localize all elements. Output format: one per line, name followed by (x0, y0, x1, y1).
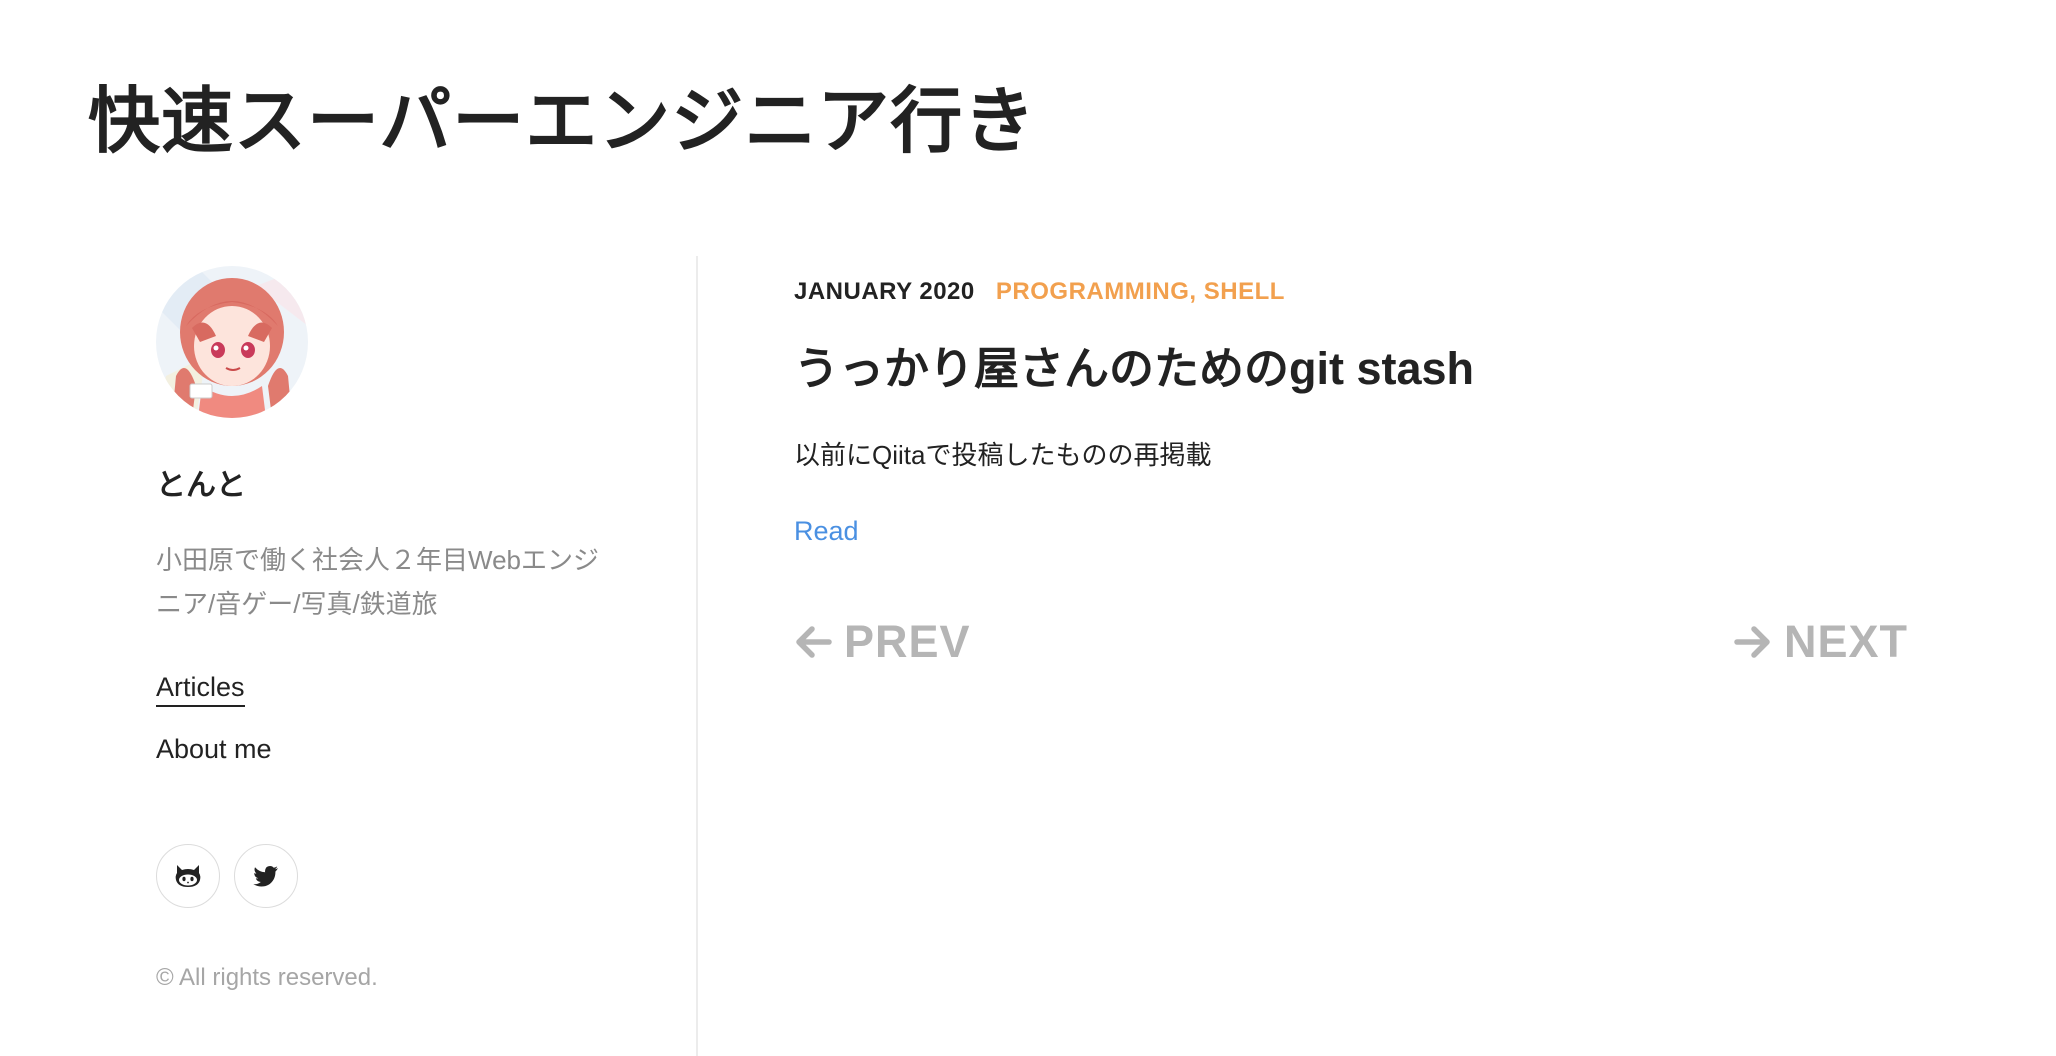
arrow-right-icon (1734, 626, 1770, 658)
social-links (156, 844, 616, 908)
read-link[interactable]: Read (794, 516, 859, 547)
avatar (156, 266, 308, 418)
sidebar-divider (696, 256, 698, 1056)
post-excerpt: 以前にQiitaで投稿したものの再掲載 (794, 440, 1212, 470)
prev-button[interactable]: PREV (794, 616, 971, 668)
next-button[interactable]: NEXT (1734, 616, 1908, 668)
next-label: NEXT (1783, 616, 1908, 667)
post-card: JANUARY 2020 PROGRAMMING, SHELL うっかり屋さんの… (794, 278, 1914, 547)
post-title[interactable]: うっかり屋さんのためのgit stash (794, 332, 1914, 397)
nav-about-me-link[interactable]: About me (156, 734, 272, 765)
post-meta: JANUARY 2020 PROGRAMMING, SHELL (794, 278, 1914, 306)
pagination: PREV NEXT (794, 616, 1908, 676)
site-title[interactable]: 快速スーパーエンジニア行き (88, 62, 1036, 167)
sidebar-nav: Articles About me (156, 672, 616, 796)
sidebar: とんと 小田原で働く社会人２年目Webエンジニア/音ゲー/写真/鉄道旅 Arti… (156, 266, 616, 992)
post-date: JANUARY 2020 (794, 278, 975, 305)
author-bio: 小田原で働く社会人２年目Webエンジニア/音ゲー/写真/鉄道旅 (156, 545, 599, 619)
author-name: とんと (156, 469, 246, 502)
avatar-illustration (156, 266, 308, 418)
nav-articles-link[interactable]: Articles (156, 672, 245, 707)
post-categories[interactable]: PROGRAMMING, SHELL (996, 278, 1285, 305)
twitter-link[interactable] (234, 844, 298, 908)
post-list: JANUARY 2020 PROGRAMMING, SHELL うっかり屋さんの… (794, 278, 1914, 547)
twitter-icon (253, 866, 278, 887)
copyright: © All rights reserved. (156, 964, 378, 991)
github-icon (175, 865, 201, 887)
github-link[interactable] (156, 844, 220, 908)
prev-label: PREV (844, 616, 971, 667)
arrow-left-icon (796, 626, 832, 658)
